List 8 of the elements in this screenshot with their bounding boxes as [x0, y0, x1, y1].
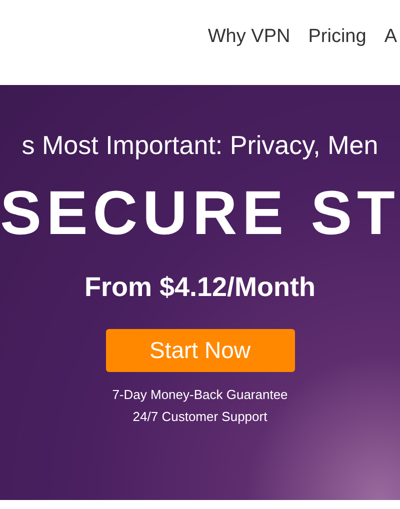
perk-text: 24/7 Customer Support — [132, 408, 268, 426]
nav-link[interactable]: Why VPN — [208, 23, 290, 52]
tagline: s Most Important: Privacy, Men — [22, 129, 378, 162]
perk-text: 7-Day Money-Back Guarantee — [112, 386, 288, 404]
price-text: From $4.12/Month — [84, 271, 316, 304]
nav-link[interactable]: Pricing — [308, 23, 366, 52]
headline: SECURE ST — [0, 179, 400, 249]
nav-link[interactable]: A — [384, 23, 397, 52]
